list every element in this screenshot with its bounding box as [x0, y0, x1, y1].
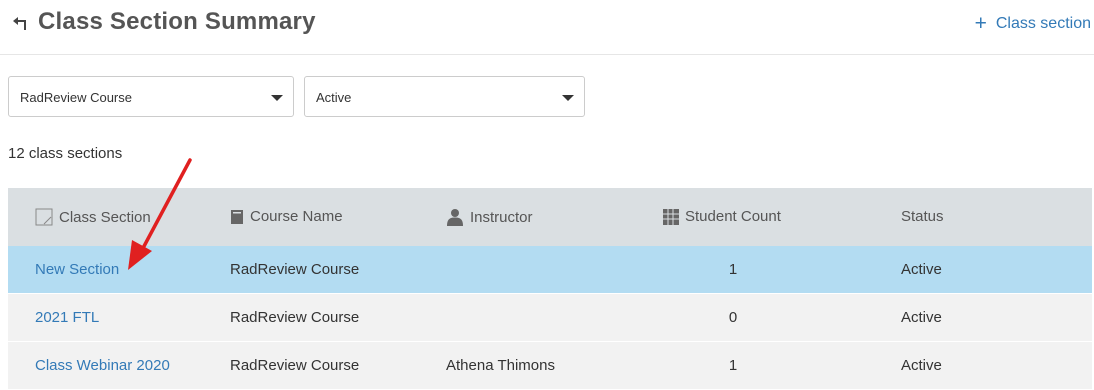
chevron-down-icon — [562, 95, 574, 101]
grid-icon — [663, 208, 679, 225]
table-row[interactable]: 2021 FTL RadReview Course 0 Active — [8, 294, 1092, 342]
add-class-section-label: Class section — [995, 15, 1091, 32]
user-icon — [447, 209, 463, 226]
class-sections-table: Class Section Course Name Instructor Stu… — [8, 188, 1092, 390]
column-label: Class Section — [59, 208, 151, 226]
plus-icon: + — [974, 12, 987, 35]
class-section-icon — [35, 208, 53, 226]
chevron-down-icon — [271, 95, 283, 101]
column-label: Course Name — [250, 208, 343, 225]
status-cell: Active — [901, 357, 942, 374]
book-icon — [231, 209, 243, 224]
column-label: Status — [901, 208, 944, 225]
course-name-cell: RadReview Course — [230, 357, 360, 374]
status-select[interactable]: Active — [304, 76, 585, 117]
table-row[interactable]: Class Webinar 2020 RadReview Course Athe… — [8, 342, 1092, 390]
back-arrow-icon[interactable] — [10, 13, 30, 35]
student-count-cell: 0 — [728, 309, 738, 326]
student-count-cell: 1 — [728, 261, 738, 278]
student-count-cell: 1 — [728, 357, 738, 374]
class-section-link[interactable]: 2021 FTL — [35, 309, 99, 326]
add-class-section-button[interactable]: + Class section — [974, 12, 1091, 35]
page-title: Class Section Summary — [38, 8, 316, 35]
page-header: Class Section Summary + Class section — [0, 0, 1094, 55]
column-header-status[interactable]: Status — [901, 208, 944, 225]
course-name-cell: RadReview Course — [230, 309, 360, 326]
section-count: 12 class sections — [8, 145, 123, 162]
course-select-value: RadReview Course — [20, 90, 132, 105]
column-header-instructor[interactable]: Instructor — [446, 208, 533, 226]
table-header: Class Section Course Name Instructor Stu… — [8, 188, 1092, 246]
column-header-course-name[interactable]: Course Name — [230, 208, 343, 225]
status-cell: Active — [901, 261, 942, 278]
column-header-class-section[interactable]: Class Section — [35, 208, 151, 226]
instructor-cell: Athena Thimons — [446, 357, 555, 374]
class-section-link[interactable]: Class Webinar 2020 — [35, 357, 170, 374]
course-name-cell: RadReview Course — [230, 261, 360, 278]
column-label: Student Count — [685, 208, 781, 225]
column-header-student-count[interactable]: Student Count — [663, 208, 781, 225]
status-cell: Active — [901, 309, 942, 326]
table-row[interactable]: New Section RadReview Course 1 Active — [8, 246, 1092, 294]
course-select[interactable]: RadReview Course — [8, 76, 294, 117]
status-select-value: Active — [316, 90, 352, 105]
column-label: Instructor — [470, 208, 533, 226]
class-section-link[interactable]: New Section — [35, 261, 119, 278]
